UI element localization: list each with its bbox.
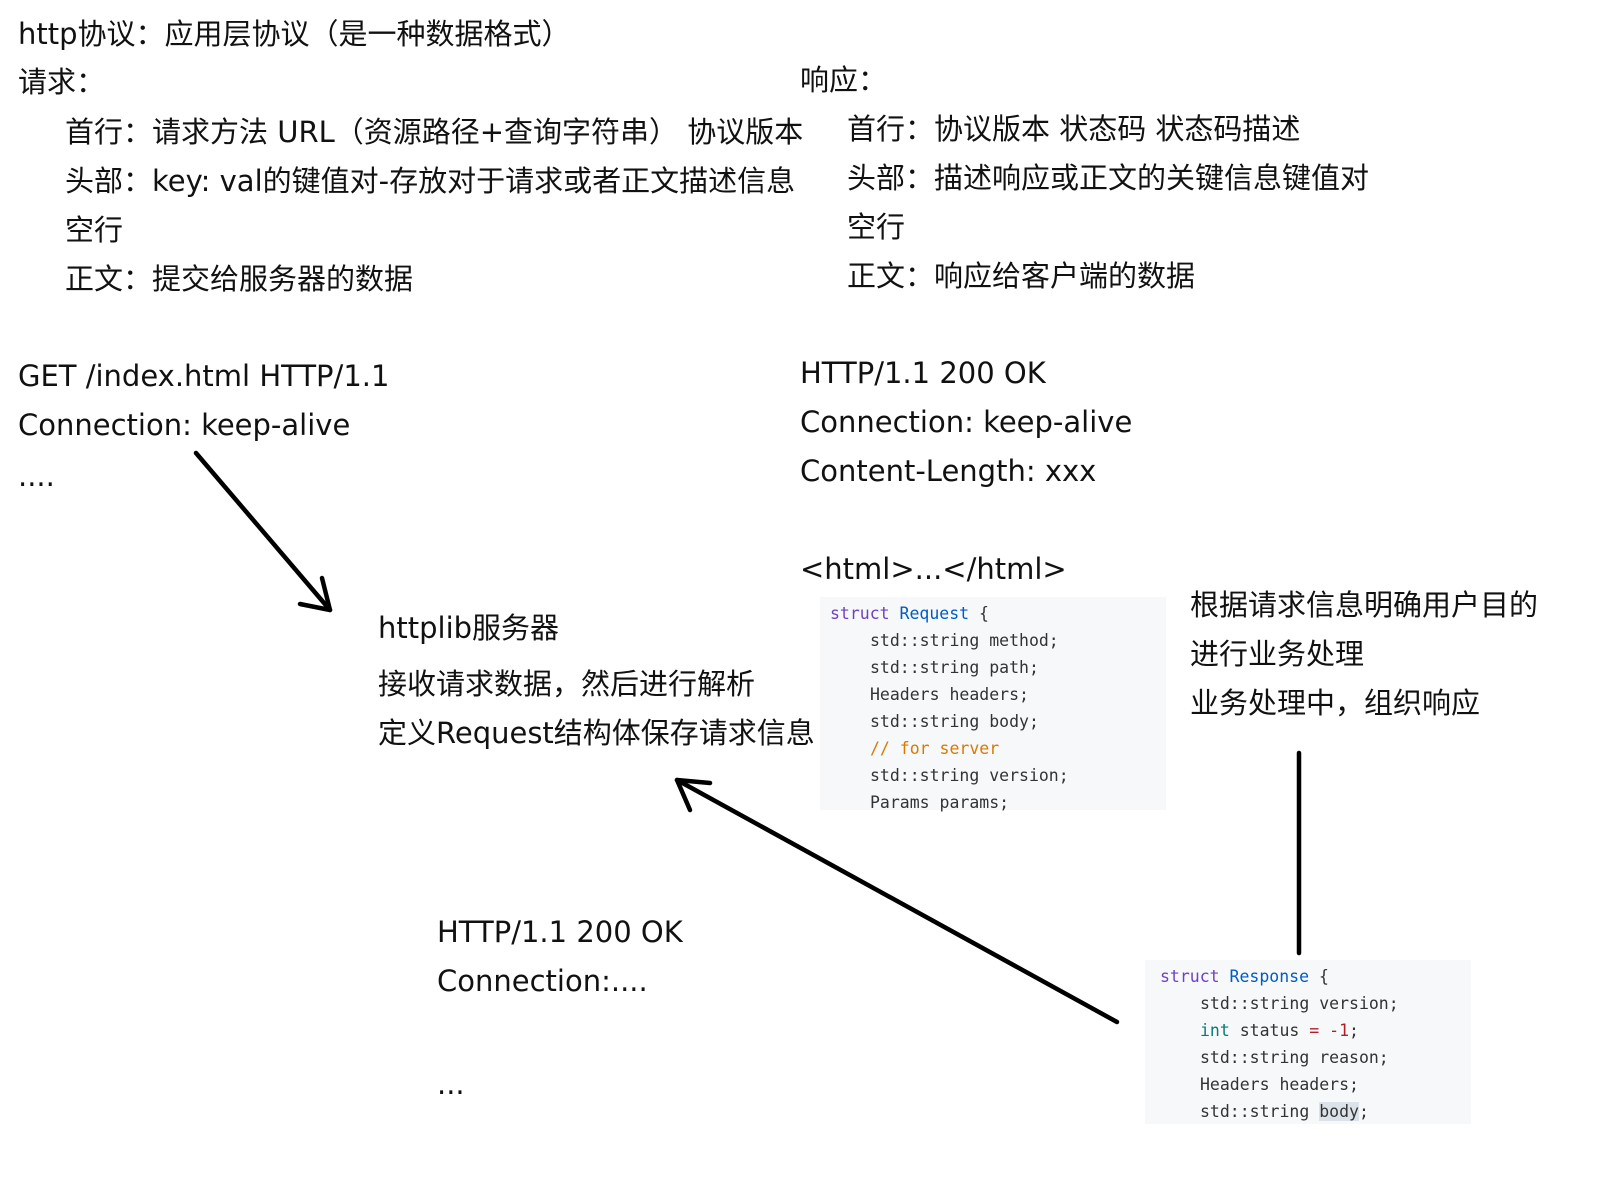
response-to-output-arrow: [674, 777, 1120, 1025]
connector-arrows: [193, 450, 1302, 1025]
request-to-server-arrow: [193, 450, 333, 613]
